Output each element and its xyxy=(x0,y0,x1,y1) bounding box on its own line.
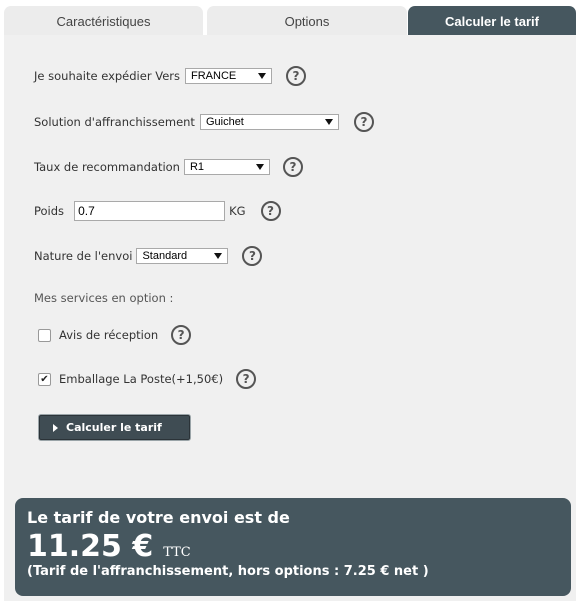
affranchissement-value: Guichet xyxy=(205,116,244,128)
destination-label: Je souhaite expédier Vers xyxy=(34,69,180,83)
poids-row: Poids 0.7 KG ? xyxy=(34,201,281,221)
question-circle-icon[interactable]: ? xyxy=(286,66,306,86)
chevron-down-icon xyxy=(258,73,266,79)
question-circle-icon[interactable]: ? xyxy=(260,201,281,221)
form-panel: Je souhaite expédier Vers FRANCE ? Solut… xyxy=(4,35,576,601)
destination-select[interactable]: FRANCE xyxy=(185,68,272,84)
nature-row: Nature de l'envoi Standard ? xyxy=(34,246,263,266)
result-price-line: 11.25 € TTC xyxy=(27,529,559,564)
question-circle-icon[interactable]: ? xyxy=(353,112,374,132)
emballage-label: Emballage La Poste(+1,50€) xyxy=(59,372,224,386)
checkmark-icon: ✔ xyxy=(40,373,49,385)
avis-label: Avis de réception xyxy=(59,328,159,342)
emballage-checkbox[interactable]: ✔ xyxy=(38,372,51,386)
poids-unit: KG xyxy=(229,204,246,218)
result-price: 11.25 € xyxy=(27,529,154,564)
result-detail: (Tarif de l'affranchissement, hors optio… xyxy=(27,564,429,579)
affranchissement-row: Solution d'affranchissement Guichet ? xyxy=(34,112,374,132)
emballage-row: ✔ Emballage La Poste(+1,50€) ? xyxy=(38,369,257,389)
nature-value: Standard xyxy=(142,250,188,262)
avis-row: Avis de réception ? xyxy=(38,325,192,345)
poids-label: Poids xyxy=(34,204,65,218)
affranchissement-label: Solution d'affranchissement xyxy=(34,115,195,129)
poids-input[interactable]: 0.7 xyxy=(74,201,226,221)
nature-label: Nature de l'envoi xyxy=(34,249,133,263)
services-row: Mes services en option : xyxy=(34,291,173,305)
question-circle-icon[interactable]: ? xyxy=(242,246,263,266)
recommandation-label: Taux de recommandation xyxy=(34,160,180,174)
result-price-suffix: TTC xyxy=(163,545,191,560)
recommandation-row: Taux de recommandation R1 ? xyxy=(34,157,303,177)
question-circle-icon[interactable]: ? xyxy=(236,369,257,389)
avis-checkbox[interactable] xyxy=(38,328,51,342)
recommandation-select[interactable]: R1 xyxy=(183,159,270,175)
poids-value: 0.7 xyxy=(78,204,95,218)
calculer-le-tarif-button[interactable]: Calculer le tarif xyxy=(38,414,191,441)
question-circle-icon[interactable]: ? xyxy=(282,157,303,177)
chevron-down-icon xyxy=(324,119,333,125)
tab-caracteristiques[interactable]: Caractéristiques xyxy=(4,6,203,37)
caret-right-icon xyxy=(53,423,58,432)
recommandation-value: R1 xyxy=(189,161,205,173)
chevron-down-icon xyxy=(255,164,264,170)
result-box: Le tarif de votre envoi est de 11.25 € T… xyxy=(15,498,571,596)
question-circle-icon[interactable]: ? xyxy=(171,325,192,345)
destination-value: FRANCE xyxy=(191,70,237,82)
nature-select[interactable]: Standard xyxy=(136,248,229,264)
tab-calculer-le-tarif[interactable]: Calculer le tarif xyxy=(408,6,576,37)
affranchissement-select[interactable]: Guichet xyxy=(199,114,339,130)
tab-options[interactable]: Options xyxy=(207,6,407,37)
result-heading: Le tarif de votre envoi est de xyxy=(27,508,290,527)
chevron-down-icon xyxy=(214,253,223,259)
tab-bar: Caractéristiques Options Calculer le tar… xyxy=(4,4,576,37)
calculer-button-label: Calculer le tarif xyxy=(66,421,162,434)
destination-row: Je souhaite expédier Vers FRANCE ? xyxy=(34,66,306,86)
services-title: Mes services en option : xyxy=(34,291,174,305)
